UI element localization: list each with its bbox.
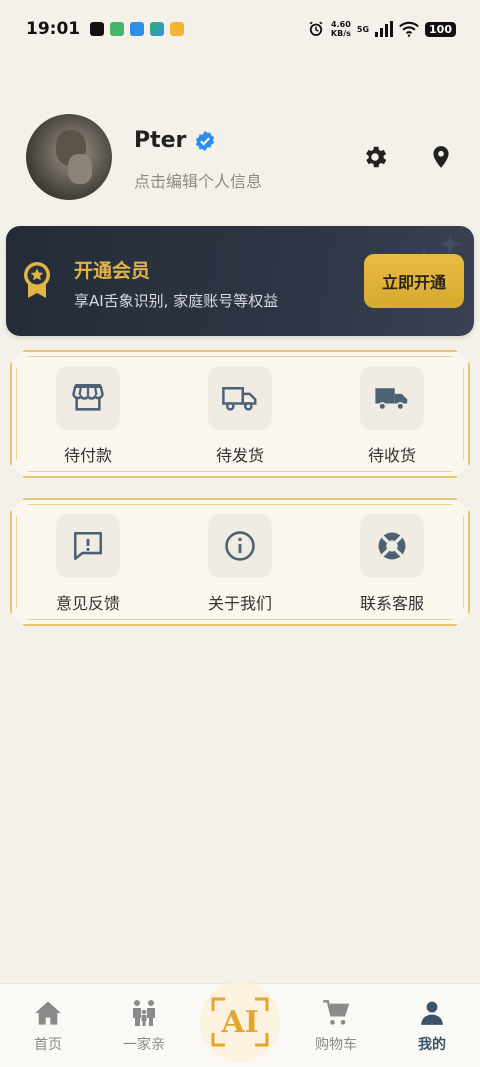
avatar[interactable] [26,114,112,200]
location-pin-icon[interactable] [426,142,456,172]
ai-button[interactable]: AI [200,982,280,1062]
activate-vip-button[interactable]: 立即开通 [364,254,464,308]
edit-profile-link[interactable]: 点击编辑个人信息 [134,168,262,192]
username-row: Pter [134,128,216,153]
username: Pter [134,128,187,153]
cart-icon [321,998,351,1028]
profile-actions [360,142,456,172]
truck-outline-icon [208,366,272,430]
store-icon [56,366,120,430]
order-label: 待付款 [63,446,112,465]
tiktok-app-icon [90,22,105,36]
signal-icon [375,21,394,37]
service-label: 联系客服 [359,594,424,613]
home-icon [33,998,63,1028]
scan-frame-icon [211,997,269,1047]
app-mixed-icon [150,22,165,36]
feedback-icon [56,514,120,578]
service-label: 意见反馈 [55,594,120,613]
mail-app-icon [170,22,185,36]
services-card: 意见反馈 关于我们 联系客服 [10,498,470,626]
nav-label: 首页 [34,1037,62,1053]
battery-indicator: 100 [425,21,456,37]
family-icon [129,998,159,1028]
app-green-icon [110,22,125,36]
status-time: 19:01 [26,19,81,39]
alarm-icon [309,21,323,36]
nav-label: 我的 [418,1037,446,1053]
vip-medal-icon [24,262,50,298]
nav-label: 一家亲 [123,1037,165,1053]
notification-icons [90,22,185,36]
nav-home[interactable]: 首页 [0,984,96,1067]
service-label: 关于我们 [207,594,272,613]
nav-mine[interactable]: 我的 [384,984,480,1067]
verified-badge-icon [196,130,215,151]
app-blue-icon [130,22,145,36]
person-icon [417,998,447,1028]
feedback-entry[interactable]: 意见反馈 [12,500,164,624]
nav-cart[interactable]: 购物车 [288,984,384,1067]
contact-support-entry[interactable]: 联系客服 [316,500,468,624]
order-label: 待收货 [367,446,416,465]
wifi-icon [399,21,419,37]
vip-membership-banner[interactable]: 开通会员 享AI舌象识别, 家庭账号等权益 立即开通 [6,226,474,336]
info-icon [208,514,272,578]
status-indicators: 4.60 KB/s 5G 100 [307,20,456,38]
vip-title: 开通会员 [74,260,151,282]
profile-section: Pter 点击编辑个人信息 [26,114,456,200]
status-bar: 19:01 4.60 KB/s 5G 100 [0,0,480,58]
nav-ai[interactable]: AI [192,982,288,1067]
nav-label: 购物车 [315,1037,357,1053]
order-pending-receipt[interactable]: 待收货 [316,352,468,476]
about-us-entry[interactable]: 关于我们 [164,500,316,624]
order-pending-shipment[interactable]: 待发货 [164,352,316,476]
order-pending-payment[interactable]: 待付款 [12,352,164,476]
bottom-navigation: 首页 一家亲 AI 购物车 我的 [0,982,480,1067]
net-speed-unit: KB/s [330,29,351,38]
orders-card: 待付款 待发货 待收货 [10,350,470,478]
net-speed-value: 4.60 [331,20,351,29]
vip-description: 享AI舌象识别, 家庭账号等权益 [74,292,279,310]
net-speed: 4.60 KB/s [331,20,351,38]
settings-gear-icon[interactable] [360,142,390,172]
network-type: 5G [356,24,370,34]
lifebuoy-icon [360,514,424,578]
truck-filled-icon [360,366,424,430]
order-label: 待发货 [215,446,264,465]
nav-family[interactable]: 一家亲 [96,984,192,1067]
